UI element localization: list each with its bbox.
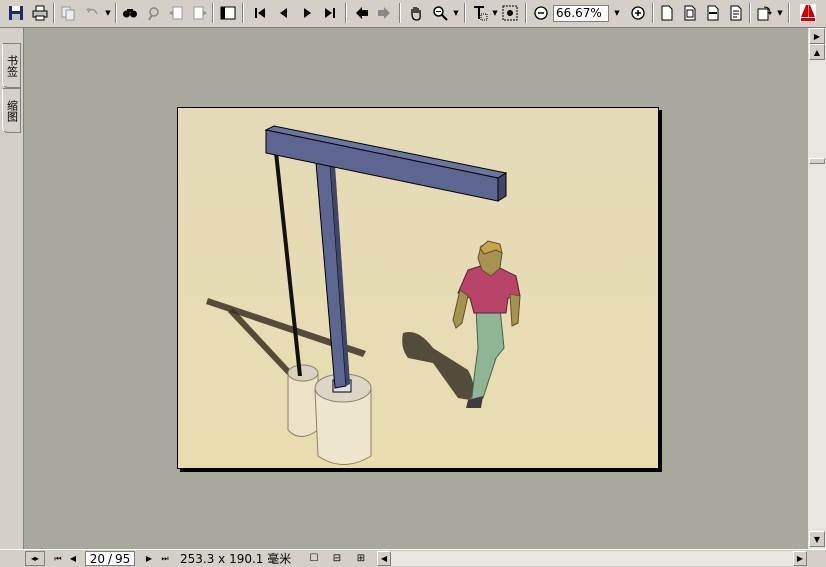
zoom-out-icon[interactable] (531, 3, 551, 23)
current-page: 20 (89, 551, 105, 566)
page-next-arrange-icon[interactable] (190, 3, 210, 23)
previous-page-icon[interactable] (274, 3, 294, 23)
panel-toggle-icon[interactable]: ◂▸ (25, 551, 45, 566)
print-icon[interactable] (30, 3, 50, 23)
tab-bookmarks-label: 书签 (5, 54, 19, 77)
save-icon[interactable] (6, 3, 26, 23)
total-pages: 95 (115, 551, 131, 566)
page-size: 253.3 x 190.1 毫米 (180, 552, 292, 566)
status-last-page-icon[interactable]: ⏭ (157, 551, 173, 566)
actual-size-icon[interactable] (657, 3, 677, 23)
scroll-left-arrow-icon[interactable]: ◀ (377, 551, 391, 566)
status-previous-page-icon[interactable]: ◀ (66, 551, 80, 566)
snapshot-icon[interactable] (500, 3, 520, 23)
separator (652, 3, 654, 23)
fit-width-icon[interactable] (703, 3, 723, 23)
zoom-tool-dropdown-icon[interactable]: ▼ (452, 3, 460, 23)
separator (749, 3, 751, 23)
rotate-dropdown-icon[interactable]: ▼ (776, 3, 784, 23)
vertical-scrollbar[interactable]: ▶ ▲ ▼ (808, 28, 826, 549)
rotate-icon[interactable] (754, 3, 774, 23)
separator (788, 3, 790, 23)
separator (242, 3, 244, 23)
tab-thumbnails[interactable]: 缩图 (2, 88, 21, 133)
page-number-field[interactable]: 20 / 95 (85, 551, 135, 566)
status-bar: ◂▸ ⏮ ◀ 20 / 95 ▶ ⏭ 253.3 x 190.1 毫米 ☐ ⊟ … (0, 549, 826, 567)
navigation-panel: 书签 缩图 (0, 28, 24, 549)
separator (525, 3, 527, 23)
fit-page-icon[interactable] (680, 3, 700, 23)
separator (115, 3, 117, 23)
bookmark-pane-icon[interactable] (218, 3, 238, 23)
forward-view-icon[interactable] (374, 3, 394, 23)
search-files-icon[interactable] (144, 3, 164, 23)
scroll-up-arrow-icon[interactable]: ▲ (809, 44, 825, 60)
separator (212, 3, 214, 23)
back-view-icon[interactable] (352, 3, 372, 23)
page-separator: / (107, 551, 113, 566)
hand-tool-icon[interactable] (406, 3, 426, 23)
scroll-right-arrow-bottom-icon[interactable]: ▶ (793, 551, 807, 566)
single-page-layout-icon[interactable]: ☐ (305, 551, 323, 566)
vertical-scroll-thumb[interactable] (809, 158, 825, 164)
text-select-dropdown-icon[interactable]: ▼ (491, 3, 499, 23)
horizontal-scrollbar[interactable]: ◀ ▶ (377, 551, 807, 566)
separator (345, 3, 347, 23)
first-page-icon[interactable] (250, 3, 270, 23)
find-icon[interactable] (120, 3, 140, 23)
separator (53, 3, 55, 23)
status-next-page-icon[interactable]: ▶ (142, 551, 156, 566)
small-cylinder-top (287, 364, 319, 382)
zoom-tool-icon[interactable] (430, 3, 450, 23)
tab-bookmarks[interactable]: 书签 (2, 43, 21, 88)
separator (464, 3, 466, 23)
undo-icon[interactable] (82, 3, 102, 23)
continuous-layout-icon[interactable]: ⊟ (328, 551, 346, 566)
document-page (177, 107, 659, 469)
facing-layout-icon[interactable]: ⊞ (352, 551, 370, 566)
zoom-level-input[interactable]: 66.67% (553, 5, 609, 22)
copy-icon[interactable] (58, 3, 78, 23)
scroll-down-arrow-icon[interactable]: ▼ (809, 531, 825, 547)
beam-end (497, 172, 507, 202)
zoom-level-dropdown-icon[interactable]: ▼ (613, 3, 621, 23)
person-right-arm (509, 293, 521, 327)
adobe-logo-icon (797, 3, 819, 23)
next-page-icon[interactable] (297, 3, 317, 23)
small-cylinder-base (287, 372, 319, 437)
zoom-in-icon[interactable] (628, 3, 648, 23)
undo-dropdown-icon[interactable]: ▼ (104, 3, 112, 23)
tab-thumbnails-label: 缩图 (5, 99, 19, 122)
separator (399, 3, 401, 23)
reflow-icon[interactable] (726, 3, 746, 23)
page-prev-arrange-icon[interactable] (166, 3, 186, 23)
rendered-illustration (178, 108, 658, 468)
last-page-icon[interactable] (320, 3, 340, 23)
toolbar: ▼ ▼ ▼ 66.67% ▼ ▼ (0, 0, 826, 28)
status-first-page-icon[interactable]: ⏮ (50, 551, 66, 566)
scroll-right-arrow-icon[interactable]: ▶ (809, 28, 825, 44)
text-select-icon[interactable] (470, 3, 490, 23)
